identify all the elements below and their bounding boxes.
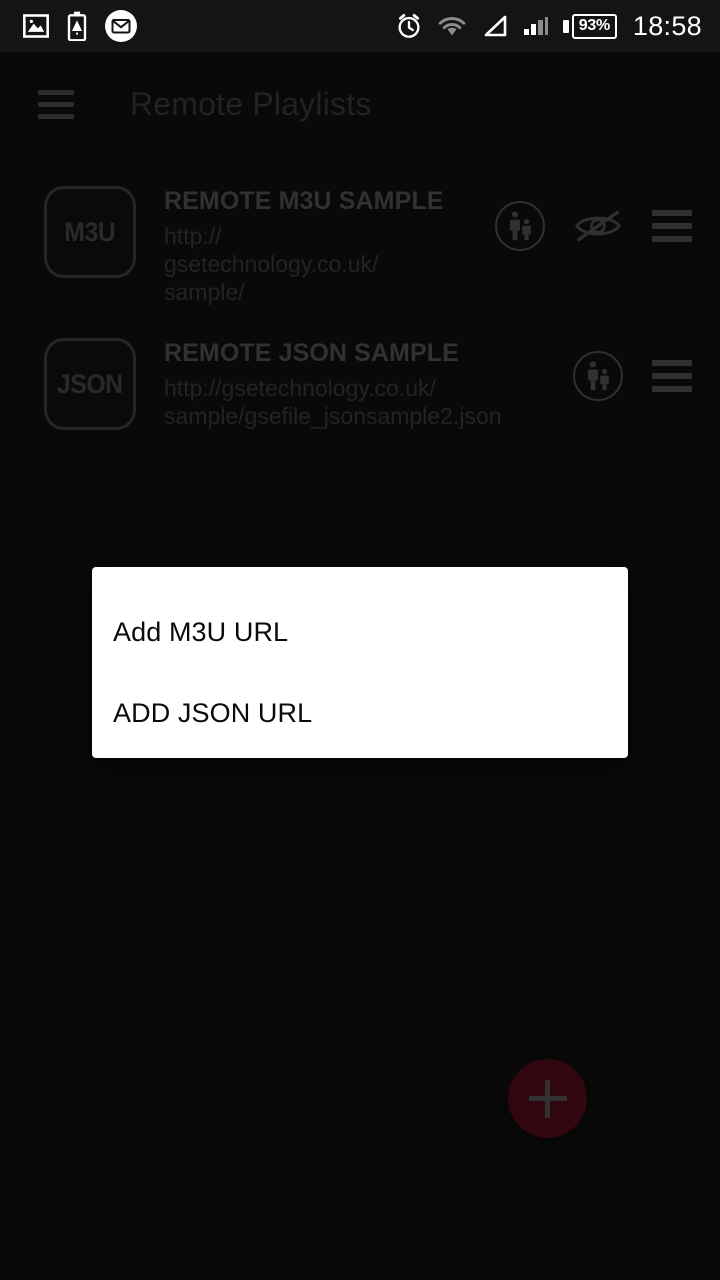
image-icon — [23, 14, 49, 38]
battery-nub — [562, 19, 569, 33]
alarm-icon — [398, 13, 420, 38]
status-bar-left-icons — [0, 9, 138, 43]
email-icon — [105, 10, 137, 42]
battery-percent-label: 93% — [578, 16, 610, 34]
dialog-option-add-m3u-url[interactable]: Add M3U URL — [92, 601, 628, 663]
battery-level-box: 93% — [571, 13, 617, 39]
dialog-option-add-json-url[interactable]: ADD JSON URL — [92, 682, 628, 744]
signal-bars-icon — [523, 17, 548, 35]
status-bar: 93% 18:58 — [0, 0, 720, 52]
battery-icon: 93% — [562, 13, 617, 39]
battery-alert-icon — [67, 11, 87, 41]
status-clock: 18:58 — [632, 10, 702, 41]
add-url-dialog: Add M3U URL ADD JSON URL — [92, 567, 628, 758]
phone-screen: 93% 18:58 Remote Playlists M3U REMOTE M3… — [0, 0, 720, 1280]
status-bar-right-icons: 93% 18:58 — [395, 12, 720, 40]
wifi-icon — [438, 16, 466, 36]
signal-triangle-icon — [484, 15, 507, 37]
